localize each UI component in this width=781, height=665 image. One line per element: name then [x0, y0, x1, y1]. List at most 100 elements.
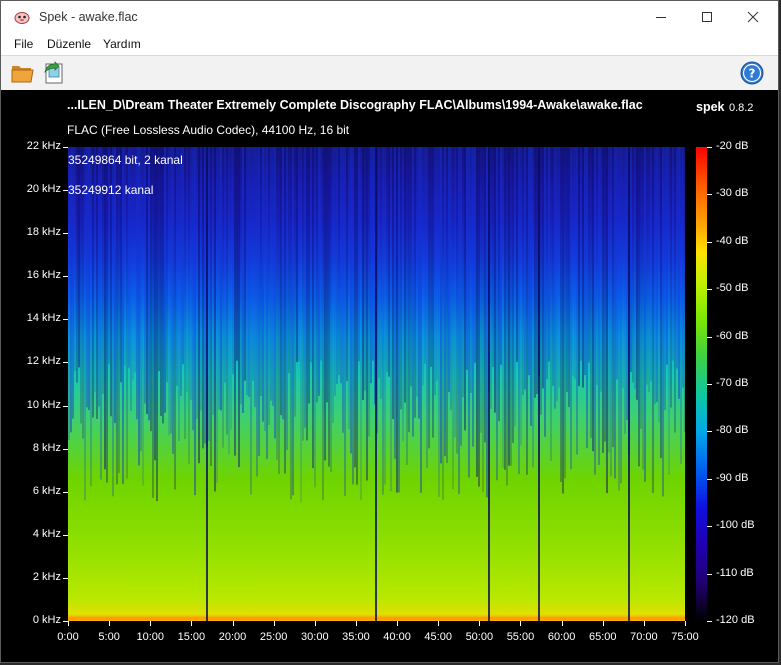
texture-streak [540, 147, 542, 415]
codec-info: FLAC (Free Lossless Audio Codec), 44100 … [67, 123, 350, 137]
texture-streak [358, 147, 360, 362]
texture-streak [154, 147, 156, 461]
y-tick-label: 4 kHz [32, 527, 61, 540]
texture-streak [644, 147, 646, 482]
x-tick-label: 25:00 [259, 631, 288, 643]
x-tick-label: 30:00 [301, 631, 329, 643]
open-file-button[interactable] [10, 60, 36, 86]
texture-streak [330, 147, 332, 473]
texture-streak [232, 147, 234, 375]
x-tick-mark [438, 621, 440, 626]
texture-streak [536, 147, 538, 395]
texture-streak [156, 147, 158, 502]
minimize-button[interactable] [638, 1, 684, 33]
x-tick-mark [150, 621, 152, 626]
texture-streak [568, 147, 570, 408]
texture-streak [516, 147, 518, 362]
texture-streak [166, 147, 168, 383]
maximize-button[interactable] [684, 1, 730, 33]
texture-streak [670, 147, 672, 408]
texture-streak [360, 147, 362, 501]
texture-streak [278, 147, 280, 474]
x-tick-label: 45:00 [424, 631, 452, 643]
db-tick-mark [707, 526, 712, 528]
texture-streak [188, 147, 190, 464]
texture-streak [588, 147, 590, 363]
x-tick-label: 50:00 [465, 631, 494, 643]
texture-streak [364, 147, 366, 391]
texture-streak [432, 147, 434, 438]
x-tick-mark [643, 621, 645, 626]
texture-streak [418, 147, 420, 419]
texture-streak [408, 147, 410, 433]
spectrogram-panel: ...ILEN_D\Dream Theater Extremely Comple… [1, 90, 778, 662]
texture-streak [500, 147, 502, 365]
x-tick-mark [685, 621, 686, 626]
texture-streak [368, 147, 370, 437]
save-export-icon [44, 61, 63, 84]
save-button[interactable] [41, 60, 67, 86]
texture-streak [216, 147, 218, 484]
texture-streak [290, 147, 292, 500]
texture-streak [268, 147, 270, 425]
db-tick-mark [707, 431, 712, 433]
texture-streak [612, 147, 614, 448]
texture-streak [264, 147, 266, 431]
menu-file[interactable]: File [14, 37, 33, 51]
texture-streak [646, 147, 648, 385]
texture-streak [370, 147, 372, 384]
texture-streak [590, 147, 592, 438]
folder-open-icon [11, 66, 34, 83]
texture-streak [626, 147, 628, 420]
db-colorbar [696, 147, 707, 621]
db-tick-label: -30 dB [716, 187, 749, 200]
db-tick-label: -110 dB [716, 566, 754, 579]
texture-streak [280, 147, 282, 416]
texture-streak [332, 147, 334, 423]
texture-streak [304, 147, 306, 428]
texture-streak [518, 147, 520, 475]
texture-streak [384, 147, 386, 485]
help-button[interactable]: ? [739, 60, 765, 86]
texture-streak [580, 147, 582, 361]
texture-streak [436, 147, 438, 381]
spectrogram-texture [68, 147, 685, 621]
texture-streak [274, 147, 276, 439]
texture-streak [508, 147, 510, 466]
texture-streak [132, 147, 134, 380]
window-title: Spek - awake.flac [39, 10, 138, 24]
texture-streak [684, 147, 685, 432]
texture-streak [198, 147, 200, 464]
texture-streak [528, 147, 530, 376]
texture-streak [256, 147, 258, 477]
texture-streak [600, 147, 602, 392]
texture-streak [624, 147, 626, 434]
texture-streak [592, 147, 594, 452]
x-tick-label: 75:00 [671, 631, 699, 643]
texture-streak [648, 147, 650, 393]
texture-streak [328, 147, 330, 467]
texture-streak [574, 147, 576, 379]
texture-streak [338, 147, 340, 376]
menu-help[interactable]: Yardım [103, 37, 141, 51]
texture-streak [446, 147, 448, 464]
menu-edit[interactable]: Düzenle [47, 37, 91, 51]
x-tick-mark [191, 621, 193, 626]
texture-streak [526, 147, 528, 475]
texture-streak [378, 147, 380, 378]
texture-streak [534, 147, 536, 398]
texture-streak [240, 147, 242, 405]
texture-streak [662, 147, 664, 497]
texture-streak [162, 147, 164, 424]
texture-streak [520, 147, 522, 446]
texture-streak [78, 147, 80, 368]
close-button[interactable] [730, 1, 776, 33]
texture-streak [270, 147, 272, 401]
title-bar[interactable]: Spek - awake.flac [1, 1, 778, 33]
texture-streak [530, 147, 532, 426]
y-tick-mark [63, 233, 68, 235]
db-tick-mark [707, 478, 712, 480]
texture-streak [350, 147, 352, 454]
y-tick-label: 18 kHz [26, 226, 61, 239]
texture-streak [484, 147, 486, 443]
